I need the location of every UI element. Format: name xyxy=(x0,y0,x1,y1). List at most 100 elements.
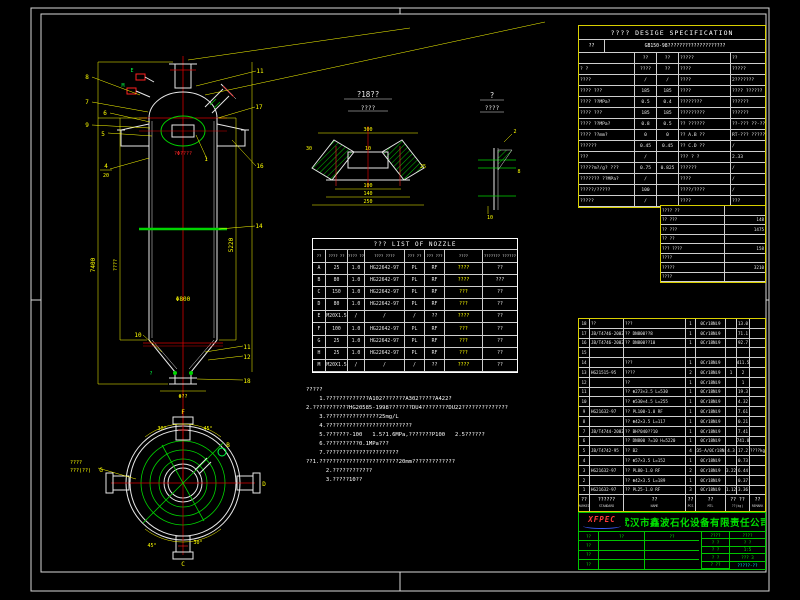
spec-cell-operate xyxy=(657,174,679,185)
bom-standard xyxy=(590,436,624,447)
spec-cell-design: 185 xyxy=(635,86,657,97)
spec-cell-right-label: ?? ?????? xyxy=(679,119,731,130)
bom-row: 1 HG21632-97 ?? PL25-1.0 RF 3 0Cr18Ni9 1… xyxy=(579,485,765,496)
bom-item-no: 18 xyxy=(579,319,590,329)
spec-cell-label: ???? ??MPa? xyxy=(579,119,635,130)
nozzle-purpose: ??? xyxy=(445,323,483,336)
spec-cell-right-value: / xyxy=(731,163,765,174)
nozzle-purpose: ???? xyxy=(445,263,483,276)
bom-name: ?? xyxy=(624,377,686,388)
bom-total-weight: 7.61 xyxy=(737,407,750,417)
dim-label: 250 xyxy=(363,199,372,205)
signature-cell xyxy=(599,550,645,561)
summary-row: ???? xyxy=(661,253,765,263)
bom-standard xyxy=(590,475,624,486)
bom-qty: 1 xyxy=(686,426,696,437)
signature-cell: ?? xyxy=(645,532,699,542)
spec-row: ???? ??MPa? 0.5 0.4 ???????? ?????? xyxy=(579,97,765,108)
nozzle-face: RF xyxy=(425,335,445,348)
summary-label: ?? ??? xyxy=(661,215,725,225)
bom-remark xyxy=(750,388,765,398)
dim-label: 5220 xyxy=(228,237,235,252)
signature-cell xyxy=(599,560,645,570)
summary-table: ???? ?? ?? ??? 148 ?? ??? 1475 ?? ?? ???… xyxy=(660,205,766,283)
bom-item-no: 10 xyxy=(579,397,590,408)
bom-remark xyxy=(750,378,765,388)
spec-row: ??? / ??? ? ? 2.33 xyxy=(579,152,765,163)
bom-name: ?? PL25-1.0 RF xyxy=(624,485,686,496)
spec-cell-design: 100 xyxy=(635,185,657,196)
nozzle-standard: HG22642-97 xyxy=(365,335,405,348)
bom-row: 2 ?? Φ42×3.5 L=189 1 0Cr18Ni9 0.37 xyxy=(579,475,765,486)
nozzle-pressure: 1.0 xyxy=(348,275,365,288)
nozzle-letter: M xyxy=(121,83,124,89)
spec-row: ???? ??mm? 0 0 ?? A.B ?? RT-??? ?????? xyxy=(579,130,765,141)
drawing-info-value: ???? xyxy=(730,532,765,540)
spec-cell-label: ???? xyxy=(579,75,635,86)
bom-remark xyxy=(750,486,765,496)
bom-material: 0Cr18Ni9 xyxy=(696,397,726,408)
spec-row: ???? ??MPa? 0.8 0.5 ?? ?????? ??-??? ??-… xyxy=(579,119,765,130)
spec-cell-design: / xyxy=(635,152,657,163)
bom-material: 0Cr18Ni9 xyxy=(696,328,726,339)
spec-cell-design: / xyxy=(635,174,657,185)
bom-item-no: 15 xyxy=(579,348,590,359)
nozzle-rows: A 25 1.0 HG22642-97 PL RF ???? ?? B 80 1… xyxy=(313,263,517,372)
note-line: 2.???????????? xyxy=(306,468,373,474)
nozzle-purpose: ??? xyxy=(445,287,483,300)
nozzle-row: H 25 1.0 HG22642-97 PL RF ??? ?? xyxy=(313,347,517,360)
summary-label: ?? ??? xyxy=(661,225,725,235)
bom-unit-weight xyxy=(726,397,737,408)
signature-cell xyxy=(645,551,699,561)
bom-total-weight: 6.44 xyxy=(737,465,750,476)
summary-value: 1475 xyxy=(725,225,765,235)
summary-value: 3210 xyxy=(725,263,765,273)
bom-material: 0Cr18Ni9 xyxy=(696,319,726,329)
bom-qty: 4 xyxy=(686,446,696,457)
bom-row: 8 ?? Φ42×3.5 L=117 1 0Cr18Ni9 0.21 xyxy=(579,416,765,427)
spec-cell-operate: 0.825 xyxy=(657,163,679,174)
nozzle-standard: HG22642-97 xyxy=(365,287,405,300)
spec-row: ?????/????? 100 ????/???? / xyxy=(579,185,765,196)
bom-row: 11 ?? Φ273×3.5 L=530 1 0Cr18Ni9 19.3 xyxy=(579,387,765,398)
bom-qty: 2 xyxy=(686,367,696,378)
signature-row: ?? xyxy=(579,560,701,570)
technical-notes: ????? 1.?????????????A102???????A302????… xyxy=(306,386,578,485)
bom-row: 7 JB/T4744-2002 ?? BH?040??10 1 0Cr18Ni9… xyxy=(579,426,765,437)
nozzle-connection: ?? xyxy=(483,287,517,300)
spec-cell-operate: 0.45 xyxy=(657,141,679,152)
bom-name: ?? Φ42×3.5 L=189 xyxy=(624,475,686,486)
nozzle-size: 80 xyxy=(326,275,348,288)
drawing-info-value: 1:5 xyxy=(730,547,765,555)
bom-remark xyxy=(750,466,765,476)
spec-cell-label: ???? ??? xyxy=(579,86,635,97)
spec-cell-label: ??? xyxy=(579,152,635,163)
summary-value xyxy=(725,273,765,282)
bom-unit-weight xyxy=(726,338,737,349)
balloon-label: 12 xyxy=(243,354,251,361)
nozzle-type: PL xyxy=(405,299,425,312)
nozzle-symbol: F xyxy=(313,323,326,336)
nozzle-purpose: ??? xyxy=(445,335,483,348)
nozzle-type: PL xyxy=(405,287,425,300)
bom-standard: HG21632-97 xyxy=(590,407,624,417)
nozzle-purpose: ???? xyxy=(445,359,483,372)
nozzle-size: 150 xyxy=(326,287,348,300)
nozzle-size: M20X1.5 xyxy=(326,311,348,324)
bom-remark xyxy=(750,348,765,359)
balloon-label: 5 xyxy=(101,131,105,138)
bom-item-no: 2 xyxy=(579,475,590,486)
spec-row: ?????? 0.45 0.45 ?? C.D ?? / xyxy=(579,141,765,152)
bom-name: ?? Φ273×3.5 L=530 xyxy=(624,387,686,398)
summary-row: ???? ?? xyxy=(661,206,765,216)
note-line: 4.?????????????????????????? xyxy=(306,423,412,429)
dim-label: 100 xyxy=(363,183,372,189)
nozzle-list-header: ?? ???? ?? ???? ?? ???? ???? ??? ?? ??? … xyxy=(313,250,517,263)
nozzle-standard: HG22642-97 xyxy=(365,263,405,276)
title-block-header: XFPEC 武汉市鑫波石化设备有限责任公司 xyxy=(579,513,765,532)
bom-material: Q235-A/0Cr18Ni9 xyxy=(696,446,726,457)
nozzle-pressure: 1.0 xyxy=(348,299,365,312)
dim-label: Φ800 xyxy=(176,296,191,303)
bom-unit-weight xyxy=(726,328,737,339)
nozzle-pressure: 1.0 xyxy=(348,263,365,276)
